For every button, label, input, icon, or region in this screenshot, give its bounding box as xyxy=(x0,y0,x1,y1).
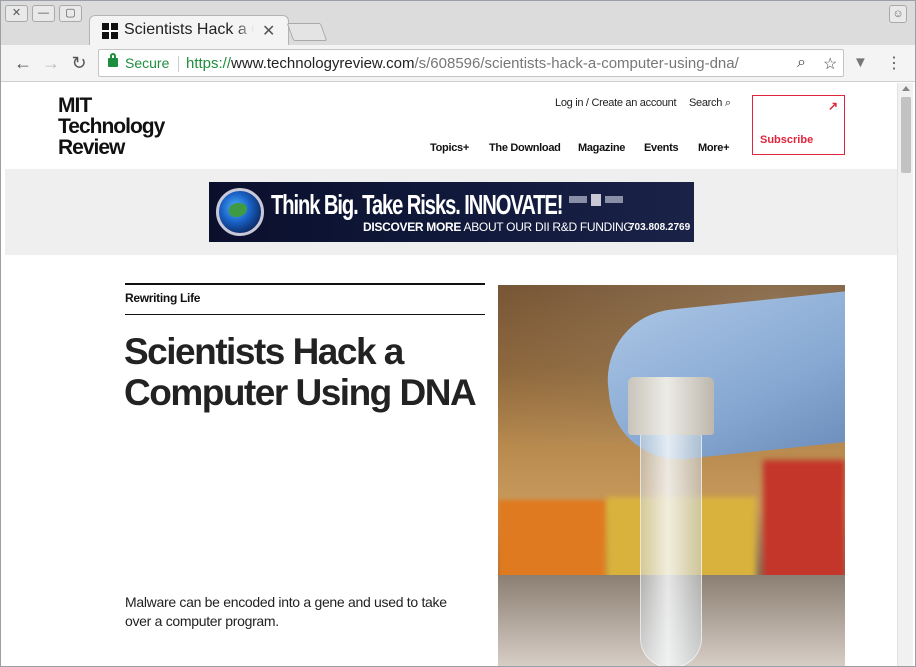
site-favicon-icon xyxy=(102,23,118,39)
url-host: www.technologyreview.com xyxy=(231,55,415,72)
tab-active[interactable]: Scientists Hack a Computer Using DNA ✕ xyxy=(89,15,289,45)
secure-label: Secure xyxy=(125,55,170,71)
extension-icon[interactable]: ▼ xyxy=(853,54,868,71)
address-bar[interactable]: Secure https://www.technologyreview.com/… xyxy=(98,49,844,77)
photo-orange-rack xyxy=(498,500,608,580)
new-tab-button[interactable] xyxy=(286,23,328,41)
back-icon[interactable]: ← xyxy=(12,52,34,74)
logo-line-mit: MIT xyxy=(58,94,92,117)
page-viewport: MIT Technology Review Log in / Create an… xyxy=(5,83,897,666)
url-scheme: https:// xyxy=(186,55,232,72)
profile-icon[interactable]: ☺ xyxy=(889,5,907,23)
nav-more[interactable]: More+ xyxy=(698,142,730,154)
nav-the-download[interactable]: The Download xyxy=(489,142,561,154)
subscribe-button[interactable]: ↗ Subscribe xyxy=(752,95,845,155)
nav-events[interactable]: Events xyxy=(644,142,679,154)
kicker-rule-bottom xyxy=(125,314,485,315)
arrow-up-right-icon: ↗ xyxy=(827,99,838,113)
close-window-icon[interactable]: ✕ xyxy=(5,5,28,22)
search-icon: ⌕ xyxy=(724,97,731,109)
login-link[interactable]: Log in / Create an account xyxy=(555,97,677,109)
tab-close-icon[interactable]: ✕ xyxy=(262,21,275,41)
reload-icon[interactable]: ↻ xyxy=(68,52,90,74)
photo-red-container xyxy=(763,460,845,580)
browser-toolbar: ← → ↻ Secure https://www.technologyrevie… xyxy=(1,45,915,82)
article-dek: Malware can be encoded into a gene and u… xyxy=(125,594,447,629)
tab-strip: ✕ — ▢ Scientists Hack a Computer Using D… xyxy=(1,1,915,45)
ad-subline: DISCOVER MORE ABOUT OUR DII R&D FUNDING xyxy=(363,220,633,234)
browser-window: ✕ — ▢ Scientists Hack a Computer Using D… xyxy=(0,0,916,667)
kicker-rule-top xyxy=(125,283,485,285)
tab-title: Scientists Hack a Computer Using DNA xyxy=(124,21,254,39)
url-path: /s/608596/scientists-hack-a-computer-usi… xyxy=(414,55,739,72)
ad-headline: Think Big. Take Risks. INNOVATE! xyxy=(271,189,564,220)
photo-test-tube xyxy=(640,433,702,666)
address-separator xyxy=(178,56,179,72)
article-hero-image xyxy=(498,285,845,666)
photo-tube-cap xyxy=(628,377,714,435)
browser-menu-icon[interactable]: ⋮ xyxy=(886,53,902,73)
advertisement-banner[interactable]: Think Big. Take Risks. INNOVATE! DISCOVE… xyxy=(209,182,694,242)
site-logo[interactable]: MIT Technology Review xyxy=(58,94,165,159)
url-text[interactable]: https://www.technologyreview.com/s/60859… xyxy=(186,55,739,72)
search-label: Search xyxy=(689,97,723,109)
maximize-window-icon[interactable]: ▢ xyxy=(59,5,82,22)
scrollbar-thumb[interactable] xyxy=(901,97,911,173)
ad-sub-bold: DISCOVER MORE xyxy=(363,220,462,234)
ad-band: Think Big. Take Risks. INNOVATE! DISCOVE… xyxy=(5,169,897,255)
lock-icon xyxy=(108,53,118,67)
logo-line-review: Review xyxy=(58,136,125,159)
nav-topics[interactable]: Topics+ xyxy=(430,142,469,154)
article-headline: Scientists Hack a Computer Using DNA xyxy=(124,331,477,413)
article-kicker[interactable]: Rewriting Life xyxy=(125,291,200,305)
ad-phone: 703.808.2769 xyxy=(629,222,691,233)
logo-line-technology: Technology xyxy=(58,115,165,138)
globe-icon xyxy=(216,188,264,236)
zoom-search-icon[interactable]: ⌕ xyxy=(797,54,806,72)
minimize-window-icon[interactable]: — xyxy=(32,5,55,22)
subscribe-label: Subscribe xyxy=(760,134,814,146)
vertical-scrollbar[interactable] xyxy=(897,83,913,666)
scroll-up-icon[interactable] xyxy=(902,86,910,91)
bookmark-star-icon[interactable]: ☆ xyxy=(823,54,837,74)
satellite-icon xyxy=(569,194,623,206)
nav-magazine[interactable]: Magazine xyxy=(578,142,625,154)
search-link[interactable]: Search ⌕ xyxy=(689,97,731,110)
ad-sub-rest: ABOUT OUR DII R&D FUNDING xyxy=(463,220,633,234)
forward-icon[interactable]: → xyxy=(40,52,62,74)
